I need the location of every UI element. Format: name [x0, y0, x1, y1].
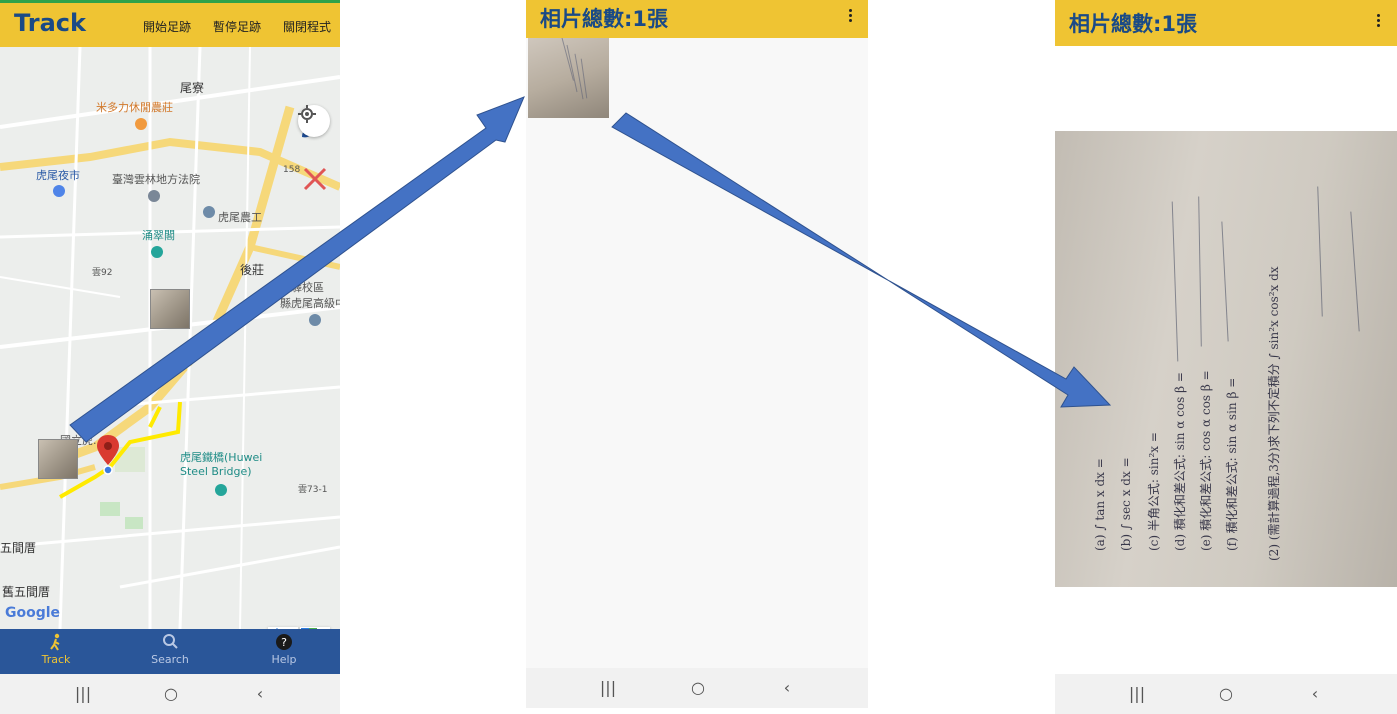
flow-arrows — [69, 96, 1112, 443]
arrow-gallery-to-photo — [611, 112, 1112, 408]
arrow-map-to-gallery — [69, 96, 525, 443]
composite-stage: Track 開始足跡 暫停足跡 關閉程式 米多力休閒農莊 尾寮 虎尾夜市 臺灣雲… — [0, 0, 1397, 714]
